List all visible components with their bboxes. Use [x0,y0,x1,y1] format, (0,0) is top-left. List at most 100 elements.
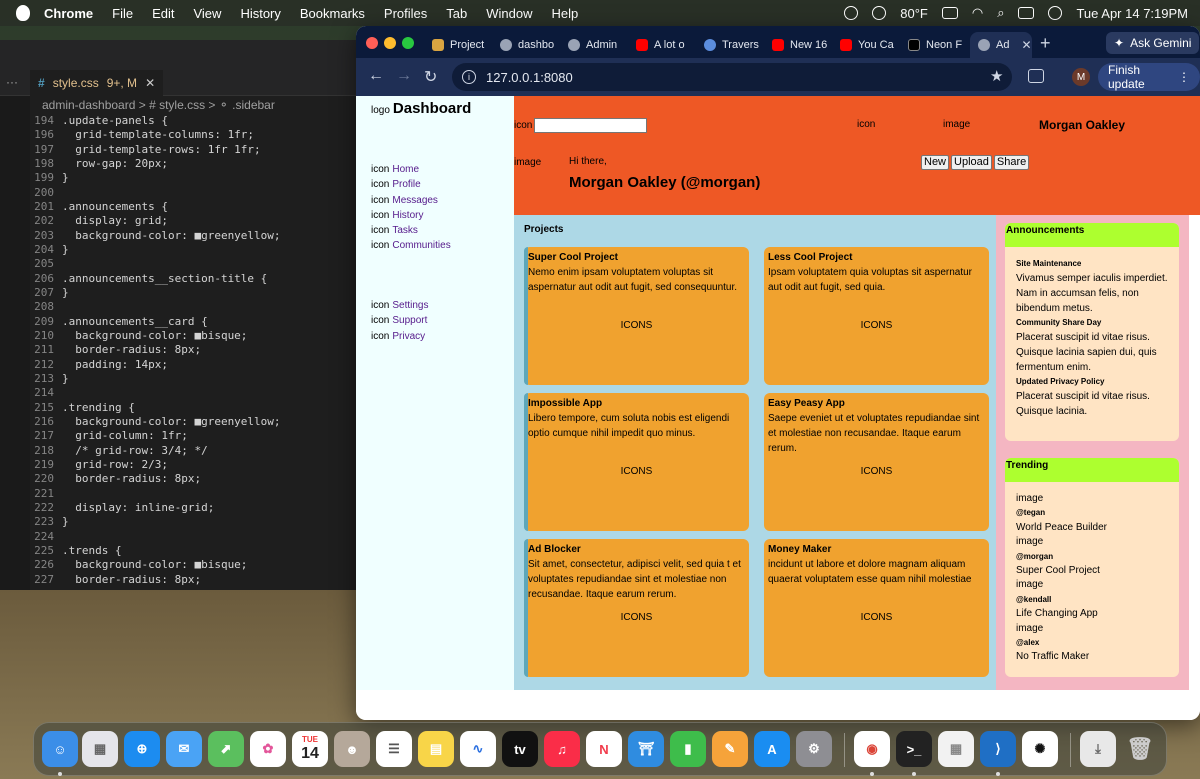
sidebar-item-tasks[interactable]: icon Tasks [371,223,451,238]
code-line[interactable]: 225 .trends { [30,544,356,558]
safari-icon[interactable]: ⊕ [124,731,160,767]
vscode-icon[interactable]: ⟩ [980,731,1016,767]
line-code[interactable]: background-color: ■greenyellow; [62,229,280,243]
sidebar-link-privacy[interactable]: Privacy [392,331,425,342]
code-line[interactable]: 205 [30,257,356,271]
line-code[interactable]: grid-template-rows: 1fr 1fr; [62,143,260,157]
trend-project[interactable]: No Traffic Maker [1016,650,1168,664]
upload-button[interactable]: Upload [951,155,992,170]
code-line[interactable]: 220 border-radius: 8px; [30,472,356,486]
browser-tab-active[interactable]: Ad ✕ [970,32,1032,58]
reminders-icon[interactable]: ☰ [376,731,412,767]
trend-handle[interactable]: @morgan [1016,550,1168,564]
line-code[interactable]: padding: 14px; [62,358,168,372]
menu-window[interactable]: Window [486,6,532,21]
menu-tab[interactable]: Tab [446,6,467,21]
minimize-window-button[interactable] [384,37,396,49]
spreadsheet-icon[interactable]: ▦ [938,731,974,767]
notes-icon[interactable]: ▤ [418,731,454,767]
code-line[interactable]: 223} [30,515,356,529]
terminal-icon[interactable]: >_ [896,731,932,767]
sidebar-link-tasks[interactable]: Tasks [392,225,418,236]
code-line[interactable]: 206 .announcements__section-title { [30,272,356,286]
line-code[interactable]: display: grid; [62,214,168,228]
browser-tab-project[interactable]: Project [432,32,492,58]
cast-icon[interactable] [1028,69,1044,83]
menu-bookmarks[interactable]: Bookmarks [300,6,365,21]
trash-icon[interactable]: 🗑 [1122,731,1158,767]
app-store-icon[interactable]: A [754,731,790,767]
wifi-icon[interactable]: ◠ [972,5,983,21]
control-center-icon[interactable] [1018,7,1035,19]
line-code[interactable]: } [62,372,69,386]
sidebar-link-home[interactable]: Home [392,164,419,175]
mail-icon[interactable]: ✉ [166,731,202,767]
trend-handle[interactable]: @alex [1016,636,1168,650]
browser-tab-admin[interactable]: Admin [568,32,626,58]
code-line[interactable]: 194 .update-panels { [30,114,356,128]
notification-icon[interactable]: icon [857,119,875,130]
line-code[interactable]: row-gap: 20px; [62,157,168,171]
code-line[interactable]: 211 border-radius: 8px; [30,343,356,357]
spotlight-icon[interactable]: ⌕ [997,5,1004,21]
system-settings-icon[interactable]: ⚙ [796,731,832,767]
project-card-icons[interactable]: ICONS [524,464,749,479]
new-tab-icon[interactable]: + [1040,33,1051,54]
close-window-button[interactable] [366,37,378,49]
project-card[interactable]: Money Maker incidunt ut labore et dolore… [764,539,989,677]
sidebar-item-messages[interactable]: icon Messages [371,193,451,208]
line-code[interactable]: .announcements__card { [62,315,208,329]
browser-tab-traverse[interactable]: Travers [704,32,762,58]
browser-tab-you-can[interactable]: You Ca [840,32,898,58]
battery-icon[interactable] [941,7,958,19]
project-card[interactable]: Ad Blocker Sit amet, consectetur, adipis… [524,539,749,677]
pages-icon[interactable]: ✎ [712,731,748,767]
code-line[interactable]: 212 padding: 14px; [30,358,356,372]
code-line[interactable]: 201 .announcements { [30,200,356,214]
avatar[interactable]: image [943,119,970,130]
bookmark-star-icon[interactable]: ★ [990,67,1003,85]
photos-icon[interactable]: ✿ [250,731,286,767]
share-button[interactable]: Share [993,155,1030,170]
line-code[interactable]: .announcements { [62,200,168,214]
browser-tab-a-lot-of[interactable]: A lot o [636,32,694,58]
line-code[interactable]: border-radius: 8px; [62,472,201,486]
code-line[interactable]: 222 display: inline-grid; [30,501,356,515]
editor-tab-style-css[interactable]: # style.css 9+, M ✕ [30,70,164,96]
code-line[interactable]: 210 background-color: ■bisque; [30,329,356,343]
sidebar-item-communities[interactable]: icon Communities [371,238,451,253]
siri-icon[interactable] [1048,6,1063,20]
contacts-icon[interactable]: ☻ [334,731,370,767]
code-line[interactable]: 226 background-color: ■bisque; [30,558,356,572]
news-icon[interactable]: N [586,731,622,767]
code-line[interactable]: 209 .announcements__card { [30,315,356,329]
project-card-icons[interactable]: ICONS [524,318,749,333]
music-icon[interactable]: ♫ [544,731,580,767]
reload-icon[interactable]: ↻ [424,67,437,87]
menu-history[interactable]: History [240,6,280,21]
finish-update-button[interactable]: Finish update ⋮ [1098,63,1200,91]
sidebar-item-home[interactable]: icon Home [371,162,451,177]
line-code[interactable]: /* grid-row: 3/4; */ [62,444,207,458]
breadcrumb[interactable]: admin-dashboard > # style.css > ⚬ .sideb… [42,98,275,112]
sidebar-link-settings[interactable]: Settings [392,300,428,311]
code-line[interactable]: 200 [30,186,356,200]
line-code[interactable]: grid-row: 2/3; [62,458,168,472]
line-code[interactable]: .trends { [62,544,122,558]
sidebar-link-history[interactable]: History [392,210,423,221]
close-tab-icon[interactable]: ✕ [1021,38,1031,52]
menu-profiles[interactable]: Profiles [384,6,427,21]
code-line[interactable]: 227 border-radius: 8px; [30,573,356,587]
launchpad-icon[interactable]: ▦ [82,731,118,767]
code-line[interactable]: 197 grid-template-rows: 1fr 1fr; [30,143,356,157]
sidebar-link-messages[interactable]: Messages [392,195,438,206]
line-code[interactable]: .trending { [62,401,135,415]
trend-project[interactable]: World Peace Builder [1016,521,1168,535]
menu-file[interactable]: File [112,6,133,21]
code-line[interactable]: 199} [30,171,356,185]
close-icon[interactable]: ✕ [145,76,155,90]
clock[interactable]: Tue Apr 14 7:19PM [1076,6,1188,21]
freeform-icon[interactable]: ∿ [460,731,496,767]
code-line[interactable]: 213} [30,372,356,386]
line-code[interactable]: .update-panels { [62,114,168,128]
